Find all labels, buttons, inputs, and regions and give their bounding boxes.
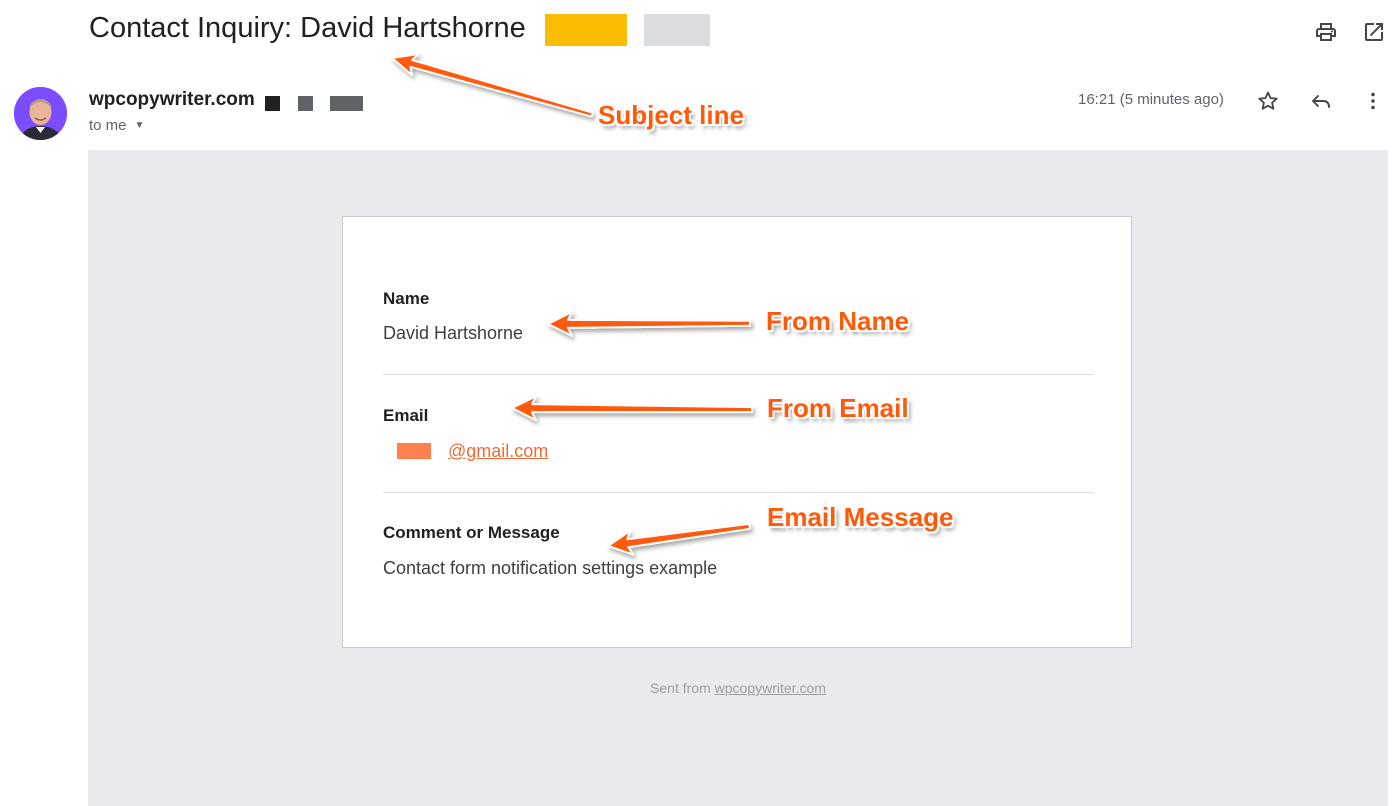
recipient-details-toggle[interactable]: to me ▼ [89,117,144,134]
field-label-name: Name [383,289,430,308]
more-vert-icon[interactable] [1361,89,1385,113]
star-icon[interactable] [1256,89,1280,113]
annotation-from-name: From Name [766,306,910,336]
label-badge-yellow[interactable] [545,14,627,46]
sender-name[interactable]: wpcopywriter.com [89,89,255,111]
redacted-block [397,443,431,459]
annotation-from-email: From Email [767,393,909,423]
reply-icon[interactable] [1309,89,1333,113]
redacted-block [265,96,280,111]
field-label-message: Comment or Message [383,523,560,542]
open-in-new-icon[interactable] [1362,20,1386,44]
form-card: Name David Hartshorne Email @gmail.com C… [342,216,1132,648]
redacted-block [330,96,363,111]
caret-down-icon: ▼ [134,120,145,131]
email-view: Contact Inquiry: David Hartshorne wpcopy… [0,0,1400,806]
print-icon[interactable] [1314,20,1338,44]
divider [383,374,1094,375]
divider [383,492,1094,493]
field-value-email-link[interactable]: @gmail.com [448,441,548,462]
annotation-subject-line: Subject line [598,100,744,130]
email-footer: Sent from wpcopywriter.com [0,680,1400,696]
field-value-name: David Hartshorne [383,323,524,343]
avatar[interactable] [14,87,67,140]
label-badge-gray[interactable] [644,14,710,46]
field-label-email: Email [383,406,429,425]
recipient-label: to me [89,117,127,134]
timestamp: 16:21 (5 minutes ago) [1078,91,1224,108]
annotation-email-message: Email Message [767,502,954,532]
redacted-block [298,96,313,111]
email-subject: Contact Inquiry: David Hartshorne [89,12,526,44]
footer-link[interactable]: wpcopywriter.com [715,680,826,696]
footer-prefix: Sent from [650,680,711,696]
arrow-subject [391,52,594,118]
field-value-message: Contact form notification settings examp… [383,558,718,578]
